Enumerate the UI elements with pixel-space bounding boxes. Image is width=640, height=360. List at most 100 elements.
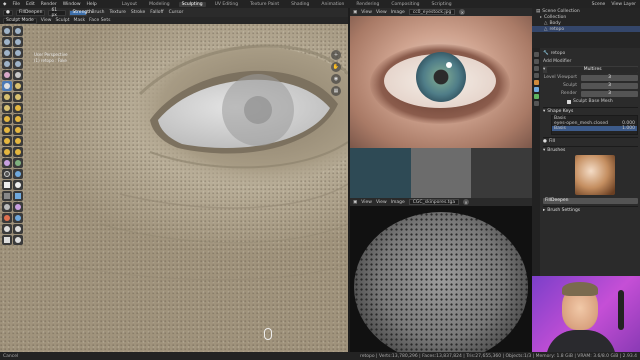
menu-falloff[interactable]: Falloff [149,10,164,15]
draw-face-sets-icon[interactable] [13,169,23,179]
sculpt-base-mesh-checkbox[interactable] [567,99,571,104]
tab-uv-editing[interactable]: UV Editing [212,2,241,7]
box-mask-icon[interactable] [2,180,12,190]
draw-brush-icon[interactable] [2,26,12,36]
brushes-header[interactable]: ▾ Brushes [543,146,638,153]
cloth-brush-icon[interactable] [2,158,12,168]
zoom-icon[interactable]: + [331,50,341,60]
brush-panel-header[interactable]: ● Fill [543,137,638,144]
render-level-field[interactable]: 3 [581,90,638,97]
menu-mask[interactable]: Mask [74,18,86,23]
data-tab-icon[interactable] [533,94,539,99]
camera-icon[interactable]: ◉ [331,74,341,84]
mode-selector[interactable]: Sculpt Mode [3,17,37,24]
menu-face-sets[interactable]: Face Sets [89,18,110,23]
sculpt-base-mesh-row[interactable]: Sculpt Base Mesh [543,98,638,105]
mask-brush-icon[interactable] [2,169,12,179]
sculpt-level-field[interactable]: 3 [581,82,638,89]
draw-sharp-brush-icon[interactable] [13,26,23,36]
menu-brush[interactable]: Brush [90,10,105,15]
thumb-brush-icon[interactable] [2,125,12,135]
simplify-brush-icon[interactable] [13,158,23,168]
box-face-set-icon[interactable] [13,191,23,201]
3d-viewport[interactable]: User Perspective (1) retopo : Fake + ✋ ◉… [0,24,348,352]
level-viewport-field[interactable]: 3 [581,74,638,81]
menu-view[interactable]: View [361,10,372,15]
cloth-filter-icon[interactable] [13,202,23,212]
lasso-mask-icon[interactable] [13,180,23,190]
menu-texture[interactable]: Texture [108,10,126,15]
close-icon[interactable]: × [463,199,470,205]
tab-scripting[interactable]: Scripting [429,2,455,7]
menu-cursor[interactable]: Cursor [168,10,185,15]
multiplane-scrape-brush-icon[interactable] [13,92,23,102]
menu-edit[interactable]: Edit [26,2,35,7]
brush-name-field[interactable]: FillDeepen [15,9,46,16]
output-tab-icon[interactable] [533,66,539,71]
add-modifier-row[interactable]: Add Modifier [543,58,638,65]
scrape-brush-icon[interactable] [2,92,12,102]
brush-thumbnail[interactable] [575,155,615,195]
menu-view[interactable]: View [361,200,372,205]
shape-keys-list[interactable]: Basis eyes-open_mesh.closed 0.000 Basis 1.… [551,115,638,135]
menu-view-2[interactable]: View [376,10,387,15]
clay-strips-brush-icon[interactable] [13,37,23,47]
clay-thumb-brush-icon[interactable] [2,48,12,58]
inflate-brush-icon[interactable] [2,59,12,69]
mesh-filter-icon[interactable] [2,202,12,212]
menu-image[interactable]: Image [391,10,405,15]
grid-icon[interactable]: ▦ [331,86,341,96]
menu-render[interactable]: Render [41,2,57,7]
hand-icon[interactable]: ✋ [331,62,341,72]
tab-compositing[interactable]: Compositing [388,2,422,7]
box-hide-icon[interactable] [2,191,12,201]
outliner-row[interactable]: △ retopo [532,26,640,32]
scale-icon[interactable] [2,235,12,245]
blob-brush-icon[interactable] [13,59,23,69]
tab-rendering[interactable]: Rendering [353,2,382,7]
layer-brush-icon[interactable] [13,48,23,58]
render-tab-icon[interactable] [533,59,539,64]
material-tab-icon[interactable] [533,101,539,106]
slide-relax-brush-icon[interactable] [2,147,12,157]
clay-brush-icon[interactable] [2,37,12,47]
color-filter-icon[interactable] [2,213,12,223]
menu-view-2[interactable]: View [376,200,387,205]
strength-slider[interactable]: Strength [69,9,92,16]
fill-brush-icon[interactable] [2,81,12,91]
tool-tab-icon[interactable] [533,52,539,57]
transform-icon[interactable] [13,235,23,245]
snake-hook-brush-icon[interactable] [13,114,23,124]
menu-view[interactable]: View [41,18,52,23]
radius-slider[interactable]: 61 px [48,8,67,18]
edit-face-set-icon[interactable] [13,213,23,223]
object-tab-icon[interactable] [533,80,539,85]
menu-file[interactable]: File [12,2,20,7]
crease-brush-icon[interactable] [2,70,12,80]
tab-layout[interactable]: Layout [119,2,140,7]
image-filename-field[interactable]: CGC_skinpores.tga [408,199,460,205]
grab-brush-icon[interactable] [13,103,23,113]
tab-modeling[interactable]: Modeling [146,2,172,7]
menu-help[interactable]: Help [87,2,97,7]
list-item[interactable]: Basis 1.000 [552,126,637,131]
scene-selector[interactable]: Scene [592,2,606,7]
modifier-header[interactable]: ▾ Multires [543,66,638,73]
view-layer-selector[interactable]: View Layer [611,2,636,7]
close-icon[interactable]: × [459,9,466,15]
tab-shading[interactable]: Shading [288,2,312,7]
editor-type-icon[interactable]: ▣ [353,10,357,15]
smooth-brush-icon[interactable] [13,70,23,80]
menu-stroke[interactable]: Stroke [130,10,146,15]
menu-image[interactable]: Image [391,200,405,205]
rotate-icon[interactable] [13,224,23,234]
flatten-brush-icon[interactable] [13,81,23,91]
elastic-deform-brush-icon[interactable] [2,114,12,124]
menu-window[interactable]: Window [63,2,81,7]
tab-texture-paint[interactable]: Texture Paint [247,2,282,7]
brush-selector-field[interactable]: FillDeepen [543,197,638,204]
tab-sculpting[interactable]: Sculpting [178,1,206,7]
boundary-brush-icon[interactable] [13,147,23,157]
pinch-brush-icon[interactable] [2,103,12,113]
pose-brush-icon[interactable] [13,125,23,135]
